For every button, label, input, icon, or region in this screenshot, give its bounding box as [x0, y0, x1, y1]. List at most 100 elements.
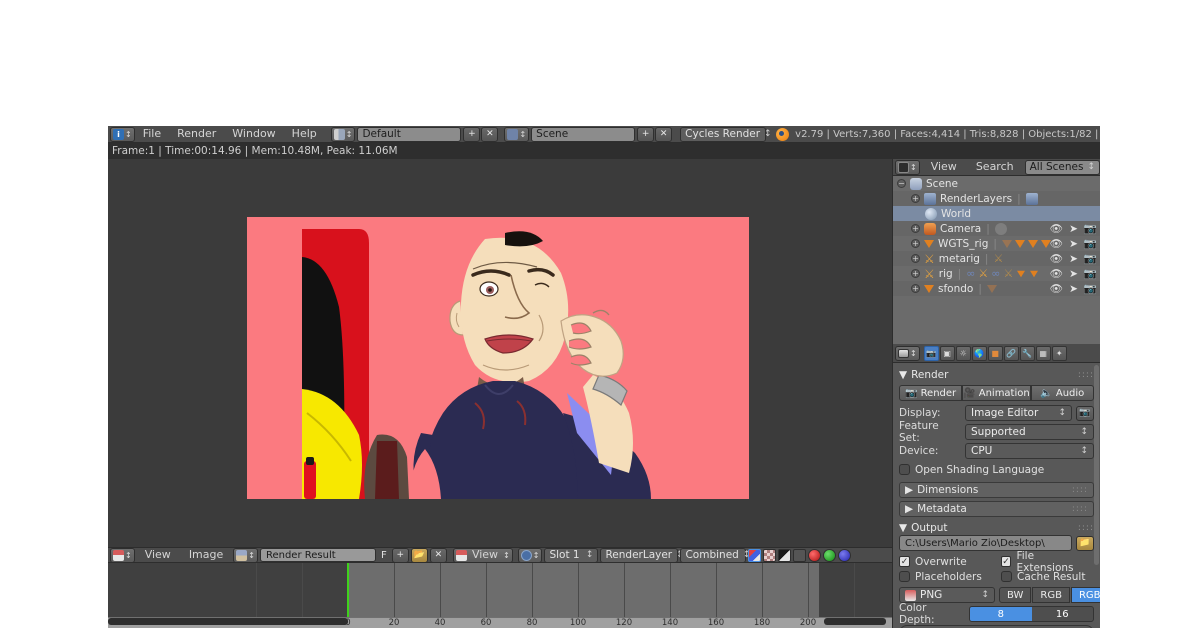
render-slot-icon[interactable]: ↕ [517, 547, 543, 563]
render-pass-dropdown[interactable]: Combined [680, 547, 747, 563]
image-menu-image[interactable]: Image [181, 547, 231, 563]
outliner-row-sfondo[interactable]: + sfondo | 👁 ➤ 📷 [893, 281, 1100, 296]
outliner-row-renderlayers[interactable]: + RenderLayers | [893, 191, 1100, 206]
constraints-tab[interactable]: 🔗 [1003, 345, 1019, 361]
world-tab[interactable]: 🌎 [971, 345, 987, 361]
delete-screen-button[interactable]: ✕ [481, 126, 499, 142]
texture-tab[interactable]: ▦ [1035, 345, 1051, 361]
color-mode-rgb[interactable]: RGB [1032, 587, 1070, 603]
render-icon[interactable] [793, 548, 807, 562]
screen-layout-dropdown[interactable]: Default [357, 126, 462, 142]
metadata-panel[interactable]: ▶ Metadata :::: [899, 501, 1094, 517]
audio-button[interactable]: 🔈 Audio [1030, 385, 1094, 401]
zdepth-icon[interactable] [778, 548, 792, 562]
screen-layout-icon[interactable]: ↕ [330, 126, 356, 142]
render-layer-dropdown[interactable]: RenderLayer [600, 547, 679, 563]
fake-user-button[interactable]: F [378, 550, 390, 561]
outliner-tree[interactable]: − Scene + RenderLayers | World + Camera … [893, 176, 1100, 344]
outliner-row-toggles[interactable]: 👁 ➤ 📷 [1050, 267, 1097, 281]
modifiers-tab[interactable]: 🔧 [1019, 345, 1035, 361]
outliner-row-world[interactable]: World [893, 206, 1100, 221]
renderable-camera-icon[interactable]: 📷 [1084, 252, 1097, 265]
alpha-icon[interactable] [763, 548, 777, 562]
color-depth-16[interactable]: 16 [1032, 609, 1094, 620]
open-folder-icon[interactable]: 📂 [410, 547, 428, 563]
outliner-row-toggles[interactable]: 👁 ➤ 📷 [1050, 252, 1097, 266]
outliner-row-metarig[interactable]: + ⚔ metarig | ⚔ 👁 ➤ 📷 [893, 251, 1100, 266]
renderable-camera-icon[interactable]: 📷 [1084, 282, 1097, 295]
timeline-playhead[interactable] [347, 563, 349, 617]
overwrite-row[interactable]: ✓ Overwrite [899, 554, 991, 569]
render-button[interactable]: 📷 Render [899, 385, 963, 401]
outliner-menu-view[interactable]: View [923, 159, 965, 175]
particles-tab[interactable]: ✦ [1051, 345, 1067, 361]
unlink-image-button[interactable]: ✕ [429, 547, 447, 563]
renderable-camera-icon[interactable]: 📷 [1084, 222, 1097, 235]
outliner-row-toggles[interactable]: 👁 ➤ 📷 [1050, 222, 1097, 236]
visibility-eye-icon[interactable]: 👁 [1050, 237, 1063, 250]
selectable-cursor-icon[interactable]: ➤ [1069, 223, 1078, 235]
visibility-eye-icon[interactable]: 👁 [1050, 252, 1063, 265]
outliner-menu-search[interactable]: Search [968, 159, 1022, 175]
red-channel-icon[interactable] [808, 548, 822, 562]
outliner-row-scene[interactable]: − Scene [893, 176, 1100, 191]
cache-result-row[interactable]: Cache Result [1001, 569, 1085, 584]
expand-toggle-icon[interactable]: + [911, 239, 920, 248]
image-editor-type-icon[interactable]: ↕ [110, 547, 135, 563]
menu-file[interactable]: File [135, 126, 169, 142]
color-mode-rgba[interactable]: RGBA [1070, 587, 1100, 603]
output-panel-title[interactable]: ▼ Output :::: [899, 520, 1094, 535]
outliner-editor-type-icon[interactable]: ↕ [895, 159, 920, 175]
outliner-area[interactable]: ↕ View Search All Scenes − Scene + Rende… [892, 159, 1100, 344]
selectable-cursor-icon[interactable]: ➤ [1069, 253, 1078, 265]
add-screen-button[interactable]: + [463, 126, 481, 142]
render-engine-dropdown[interactable]: Cycles Render [680, 126, 767, 142]
selectable-cursor-icon[interactable]: ➤ [1069, 268, 1078, 280]
menu-render[interactable]: Render [169, 126, 224, 142]
outliner-row-rig[interactable]: + ⚔ rig | ∞ ⚔ ∞ ⚔ 👁 ➤ 📷 [893, 266, 1100, 281]
image-menu-view[interactable]: View [137, 547, 179, 563]
visibility-eye-icon[interactable]: 👁 [1050, 222, 1063, 235]
cache-result-checkbox[interactable] [1001, 571, 1012, 582]
dimensions-panel[interactable]: ▶ Dimensions :::: [899, 482, 1094, 498]
expand-toggle-icon[interactable]: + [911, 254, 920, 263]
editor-type-selector[interactable]: i ↕ [110, 126, 135, 142]
color-depth-group[interactable]: 8 16 [969, 606, 1094, 622]
scene-dropdown[interactable]: Scene [531, 126, 636, 142]
expand-toggle-icon[interactable]: + [911, 194, 920, 203]
expand-toggle-icon[interactable]: + [911, 224, 920, 233]
file-extensions-row[interactable]: ✓ File Extensions [1000, 550, 1094, 574]
visibility-eye-icon[interactable]: 👁 [1050, 282, 1063, 295]
placeholders-checkbox[interactable] [899, 571, 910, 582]
blue-channel-icon[interactable] [838, 548, 852, 562]
timeline-ruler[interactable]: -40 -20 0 20 40 60 80 100 120 140 160 18… [108, 617, 954, 628]
display-dropdown[interactable]: Image Editor [965, 405, 1072, 421]
timeline-area[interactable]: -40 -20 0 20 40 60 80 100 120 140 160 18… [108, 563, 954, 628]
color-mode-bw[interactable]: BW [999, 587, 1032, 603]
renderable-camera-icon[interactable]: 📷 [1084, 237, 1097, 250]
expand-toggle-icon[interactable]: + [911, 269, 920, 278]
osl-row[interactable]: Open Shading Language [899, 462, 1094, 477]
scene-browse-icon[interactable]: ↕ [504, 126, 530, 142]
outliner-row-camera[interactable]: + Camera | 👁 ➤ 📷 [893, 221, 1100, 236]
visibility-eye-icon[interactable]: 👁 [1050, 267, 1063, 280]
file-extensions-checkbox[interactable]: ✓ [1000, 556, 1012, 567]
properties-area[interactable]: ↕ 📷 ▣ ☼ 🌎 ■ 🔗 🔧 ▦ ✦ ▼ Render :::: 📷 Rend [892, 344, 1100, 628]
object-tab[interactable]: ■ [987, 345, 1003, 361]
menu-window[interactable]: Window [224, 126, 283, 142]
image-view-menu[interactable]: View [468, 547, 502, 563]
expand-toggle-icon[interactable]: − [897, 179, 906, 188]
outliner-row-toggles[interactable]: 👁 ➤ 📷 [1050, 282, 1097, 296]
expand-toggle-icon[interactable]: + [911, 284, 920, 293]
add-scene-button[interactable]: + [637, 126, 655, 142]
placeholders-row[interactable]: Placeholders [899, 569, 991, 584]
view-mode-icon[interactable]: View ↕ [452, 547, 513, 563]
renderable-camera-icon[interactable]: 📷 [1084, 267, 1097, 280]
color-depth-8[interactable]: 8 [970, 609, 1032, 620]
delete-scene-button[interactable]: ✕ [655, 126, 673, 142]
green-channel-icon[interactable] [823, 548, 837, 562]
device-dropdown[interactable]: CPU [965, 443, 1094, 459]
properties-editor-type-icon[interactable]: ↕ [895, 345, 920, 361]
render-slot-dropdown[interactable]: Slot 1 [544, 547, 599, 563]
image-editor-area[interactable] [108, 159, 892, 547]
